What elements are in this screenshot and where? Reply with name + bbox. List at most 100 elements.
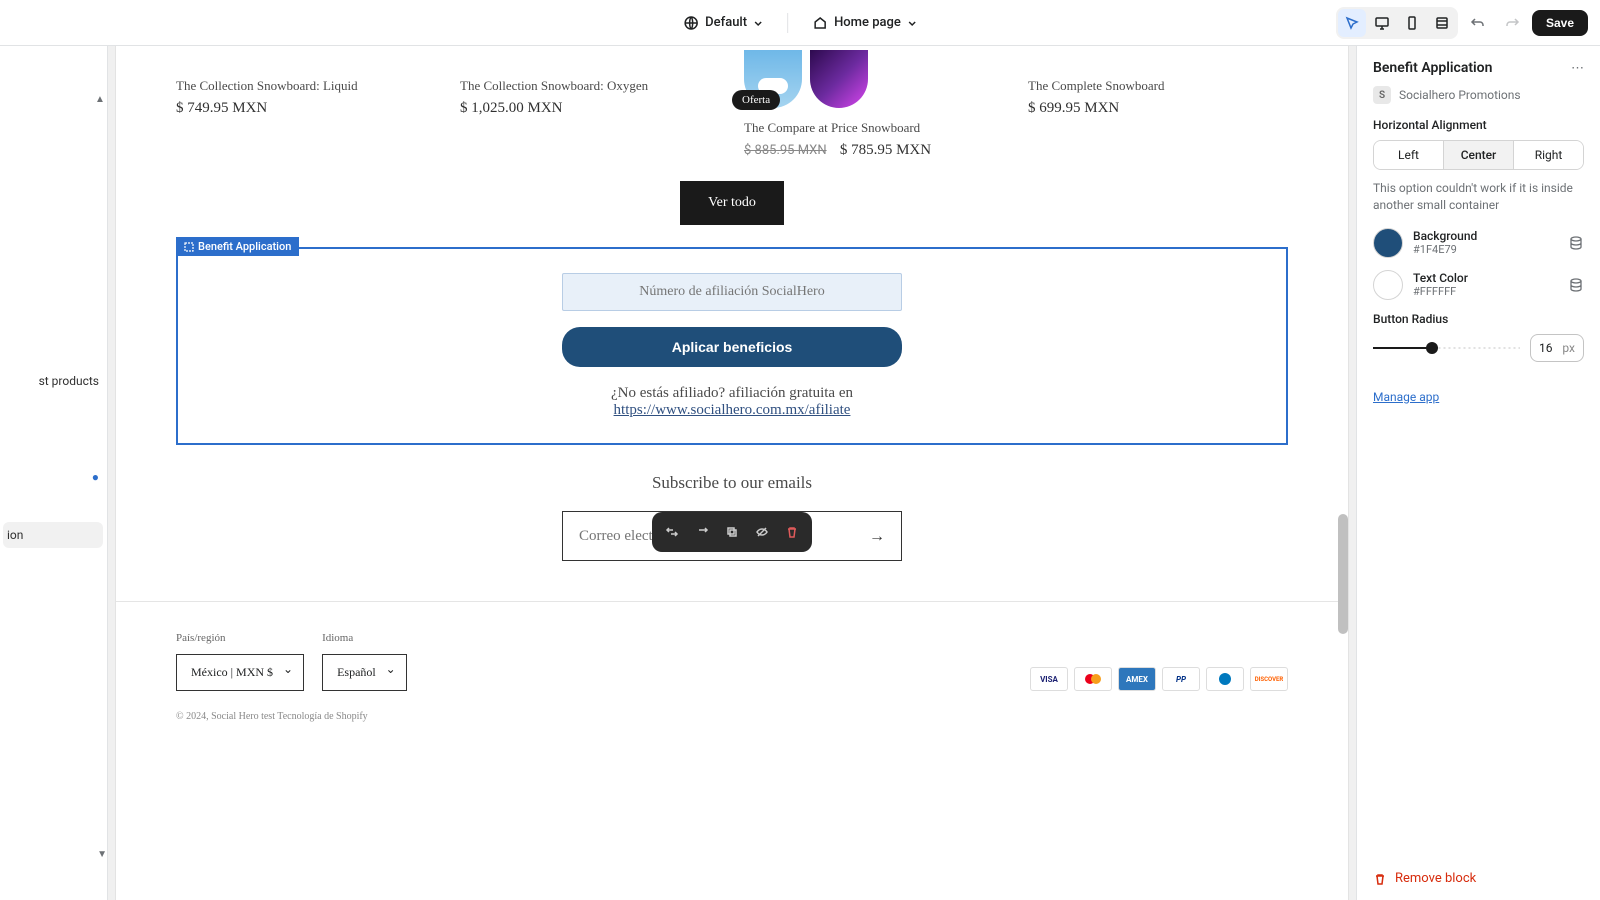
radius-label: Button Radius xyxy=(1373,312,1584,326)
text-color-swatch[interactable] xyxy=(1373,270,1403,300)
copyright-text: © 2024, Social Hero test Tecnología de S… xyxy=(116,711,1348,752)
delete-button[interactable] xyxy=(778,518,806,546)
country-label: País/región xyxy=(176,632,304,644)
chevron-down-icon xyxy=(753,18,763,28)
product-title: The Compare at Price Snowboard xyxy=(744,120,1004,136)
tree-item-selected-marker[interactable]: ● xyxy=(88,464,103,490)
fullscreen-preview-button[interactable] xyxy=(1428,9,1456,37)
mobile-preview-button[interactable] xyxy=(1398,9,1426,37)
product-card[interactable]: Oferta The Compare at Price Snowboard $ … xyxy=(744,50,1004,159)
hide-button[interactable] xyxy=(748,518,776,546)
page-selector[interactable]: Home page xyxy=(804,11,925,35)
arrows-icon xyxy=(665,525,679,539)
background-color-row: Background #1F4E79 xyxy=(1373,228,1584,258)
section-tree-sidebar: ▲ st products ● ion ▼ xyxy=(0,46,108,900)
copy-icon xyxy=(725,525,739,539)
product-title: The Complete Snowboard xyxy=(1028,78,1288,94)
scroll-down-indicator[interactable]: ▼ xyxy=(97,849,107,860)
redo-button[interactable] xyxy=(1498,9,1526,37)
preview-canvas-wrapper: The Collection Snowboard: Liquid $ 749.9… xyxy=(108,46,1356,900)
tree-item-benefit-application[interactable]: ion xyxy=(3,522,103,548)
block-icon xyxy=(184,242,194,252)
theme-label: Default xyxy=(705,15,747,30)
store-footer: País/región México | MXN $ Idioma Españo… xyxy=(116,602,1348,711)
color-label: Text Color xyxy=(1413,271,1558,285)
alignment-label: Horizontal Alignment xyxy=(1373,118,1584,132)
panel-menu-button[interactable]: ⋯ xyxy=(1571,61,1584,76)
dynamic-source-icon[interactable] xyxy=(1568,277,1584,293)
fullscreen-icon xyxy=(1434,15,1450,31)
radius-input[interactable]: 16 px xyxy=(1530,334,1584,362)
product-image-group: Oferta xyxy=(744,50,1004,108)
diners-icon xyxy=(1206,667,1244,691)
theme-selector[interactable]: Default xyxy=(675,11,771,35)
align-center-option[interactable]: Center xyxy=(1443,141,1513,169)
background-color-swatch[interactable] xyxy=(1373,228,1403,258)
chevron-down-icon xyxy=(907,18,917,28)
radius-slider[interactable] xyxy=(1373,340,1520,356)
affiliation-number-input[interactable] xyxy=(562,273,902,311)
product-thumbnail xyxy=(810,50,868,108)
amex-icon: AMEX xyxy=(1118,667,1156,691)
product-card[interactable]: The Collection Snowboard: Oxygen $ 1,025… xyxy=(460,50,720,159)
language-selector[interactable]: Español xyxy=(322,654,407,691)
move-up-button[interactable] xyxy=(658,518,686,546)
panel-title: Benefit Application xyxy=(1373,60,1492,76)
separator xyxy=(787,13,788,33)
alignment-hint: This option couldn't work if it is insid… xyxy=(1373,180,1584,214)
subscribe-heading: Subscribe to our emails xyxy=(116,473,1348,493)
color-hex: #1F4E79 xyxy=(1413,243,1558,256)
visa-icon: VISA xyxy=(1030,667,1068,691)
product-card[interactable]: The Collection Snowboard: Liquid $ 749.9… xyxy=(176,50,436,159)
benefit-application-block[interactable]: Benefit Application Aplicar beneficios ¿… xyxy=(176,247,1288,445)
view-all-button[interactable]: Ver todo xyxy=(680,181,784,225)
slider-thumb[interactable] xyxy=(1426,342,1438,354)
paypal-icon: PP xyxy=(1162,667,1200,691)
compare-price: $ 885.95 MXN xyxy=(744,143,827,158)
home-icon xyxy=(812,15,828,31)
product-card[interactable]: The Complete Snowboard $ 699.95 MXN xyxy=(1028,50,1288,159)
app-name: Socialhero Promotions xyxy=(1399,88,1521,102)
desktop-icon xyxy=(1374,15,1390,31)
canvas-scrollbar[interactable] xyxy=(1338,514,1348,634)
align-left-option[interactable]: Left xyxy=(1374,141,1443,169)
globe-icon xyxy=(683,15,699,31)
align-right-option[interactable]: Right xyxy=(1513,141,1583,169)
scroll-up-indicator[interactable]: ▲ xyxy=(95,94,107,106)
block-action-toolbar xyxy=(652,512,812,552)
save-button[interactable]: Save xyxy=(1532,10,1588,36)
arrow-icon xyxy=(695,525,709,539)
desktop-preview-button[interactable] xyxy=(1368,9,1396,37)
country-selector[interactable]: México | MXN $ xyxy=(176,654,304,691)
product-title: The Collection Snowboard: Liquid xyxy=(176,78,436,94)
sale-badge: Oferta xyxy=(732,90,780,110)
product-price: $ 785.95 MXN xyxy=(840,142,931,158)
cursor-icon xyxy=(1344,15,1360,31)
preview-canvas: The Collection Snowboard: Liquid $ 749.9… xyxy=(116,46,1348,900)
remove-block-button[interactable]: Remove block xyxy=(1357,856,1600,900)
page-label: Home page xyxy=(834,15,901,30)
tree-item-products[interactable]: st products xyxy=(35,368,103,394)
product-price: $ 1,025.00 MXN xyxy=(460,100,720,117)
undo-button[interactable] xyxy=(1464,9,1492,37)
affiliate-link[interactable]: https://www.socialhero.com.mx/afiliate xyxy=(614,402,851,418)
redo-icon xyxy=(1504,15,1520,31)
manage-app-link[interactable]: Manage app xyxy=(1373,390,1439,404)
trash-icon xyxy=(785,525,799,539)
block-settings-panel: Benefit Application ⋯ S Socialhero Promo… xyxy=(1356,46,1600,900)
mastercard-icon xyxy=(1074,667,1112,691)
inspector-mode-button[interactable] xyxy=(1338,9,1366,37)
alignment-segmented-control: Left Center Right xyxy=(1373,140,1584,170)
apply-benefits-button[interactable]: Aplicar beneficios xyxy=(562,327,902,367)
device-preview-group xyxy=(1336,7,1458,39)
submit-arrow-icon[interactable]: → xyxy=(869,526,885,546)
mobile-icon xyxy=(1405,15,1419,31)
product-price: $ 749.95 MXN xyxy=(176,100,436,117)
duplicate-button[interactable] xyxy=(718,518,746,546)
dynamic-source-icon[interactable] xyxy=(1568,235,1584,251)
language-label: Idioma xyxy=(322,632,407,644)
editor-topbar: Default Home page xyxy=(0,0,1600,46)
move-down-button[interactable] xyxy=(688,518,716,546)
discover-icon: DISCOVER xyxy=(1250,667,1288,691)
block-selection-label: Benefit Application xyxy=(176,237,299,256)
